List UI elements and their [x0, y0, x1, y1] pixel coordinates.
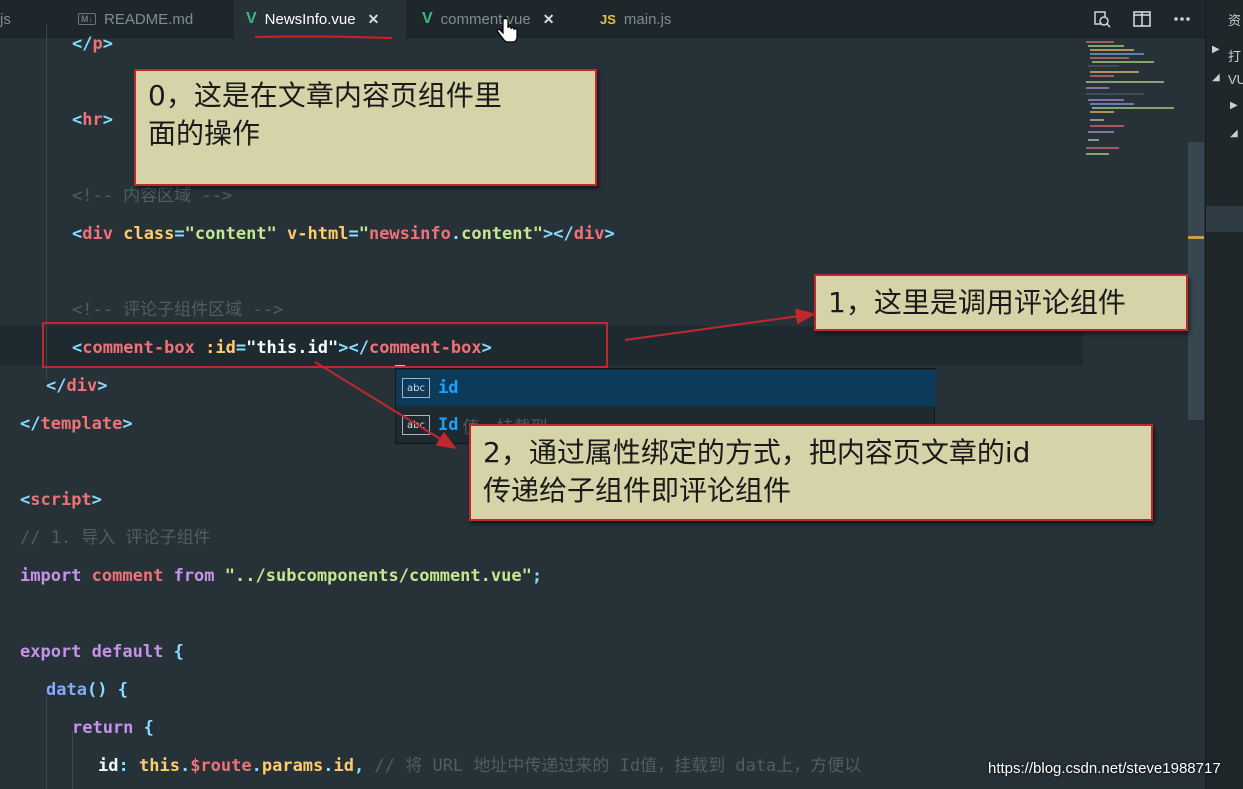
vue-icon: V	[422, 10, 433, 27]
code-line: import comment from "../subcomponents/co…	[20, 566, 543, 586]
callout-text: 2，通过属性绑定的方式，把内容页文章的id	[483, 436, 1031, 469]
tab-label: README.md	[104, 10, 194, 28]
code-line: <div class="content" v-html="newsinfo.co…	[72, 224, 615, 244]
code-line: id: this.$route.params.id, // 将 URL 地址中传…	[98, 756, 862, 776]
code-line: export default {	[20, 642, 184, 662]
tab-js[interactable]: js	[0, 0, 62, 38]
more-actions-icon[interactable]	[1169, 6, 1195, 32]
watermark: https://blog.csdn.net/steve1988717	[988, 760, 1221, 777]
chevron-down-icon[interactable]: ◢	[1230, 128, 1238, 139]
tab-label: js	[0, 10, 11, 28]
minimap[interactable]	[1084, 40, 1184, 170]
side-panel-top-label: 资	[1228, 13, 1242, 28]
annotation-callout-1: 1，这里是调用评论组件	[814, 274, 1188, 331]
close-icon[interactable]: ✕	[543, 11, 555, 28]
callout-text: 面的操作	[148, 117, 261, 150]
tab-main-js[interactable]: JS main.js	[584, 0, 734, 38]
editor-tab-bar: js M↓ README.md V NewsInfo.vue ✕ V comme…	[0, 0, 1243, 38]
suggestion-item[interactable]: abc id	[396, 370, 936, 406]
hand-cursor-icon	[496, 17, 518, 52]
open-changes-icon[interactable]	[1089, 6, 1115, 32]
markdown-icon: M↓	[78, 13, 96, 25]
tab-label: main.js	[623, 10, 672, 28]
code-line: <script>	[20, 490, 102, 510]
side-panel-selected-row[interactable]	[1206, 206, 1243, 232]
code-line: <hr>	[72, 110, 113, 130]
suggestion-label: Id	[438, 415, 459, 435]
scrollbar-thumb[interactable]	[1188, 142, 1204, 420]
callout-text: 传递给子组件即评论组件	[483, 474, 792, 507]
side-panel: 资 ▶ 打 ◢ VU ▶ ◢	[1205, 0, 1243, 789]
chevron-right-icon[interactable]: ▶	[1230, 100, 1238, 111]
scrollbar-marker	[1188, 236, 1204, 239]
tab-newsinfo-vue[interactable]: V NewsInfo.vue ✕	[234, 0, 406, 38]
chevron-down-icon[interactable]: ◢	[1212, 72, 1220, 83]
text-suggestion-icon: abc	[402, 415, 430, 435]
tab-comment-vue[interactable]: V comment.vue ✕	[406, 0, 584, 38]
red-underline-annotation	[254, 35, 393, 39]
code-line: return {	[72, 718, 154, 738]
side-panel-item[interactable]: 打	[1228, 46, 1241, 65]
code-line: </p>	[72, 34, 113, 54]
indent-guide	[46, 695, 47, 789]
code-line: </div>	[46, 376, 108, 396]
callout-text: 1，这里是调用评论组件	[828, 286, 1126, 319]
annotation-callout-2: 2，通过属性绑定的方式，把内容页文章的id 传递给子组件即评论组件	[469, 424, 1153, 521]
annotation-callout-0: 0，这是在文章内容页组件里 面的操作	[134, 69, 597, 186]
tab-label: NewsInfo.vue	[264, 10, 356, 28]
highlight-box-annotation	[42, 322, 608, 368]
code-line: data() {	[46, 680, 128, 700]
vue-icon: V	[246, 10, 257, 27]
side-panel-item[interactable]: VU	[1228, 72, 1243, 87]
code-comment: // 1. 导入 评论子组件	[20, 528, 211, 548]
callout-text: 0，这是在文章内容页组件里	[148, 79, 502, 112]
split-editor-icon[interactable]	[1129, 6, 1155, 32]
close-icon[interactable]: ✕	[368, 11, 380, 28]
text-suggestion-icon: abc	[402, 378, 430, 398]
suggestion-label: id	[438, 378, 459, 398]
chevron-right-icon[interactable]: ▶	[1212, 44, 1220, 55]
code-line: </template>	[20, 414, 133, 434]
javascript-icon: JS	[600, 11, 616, 27]
